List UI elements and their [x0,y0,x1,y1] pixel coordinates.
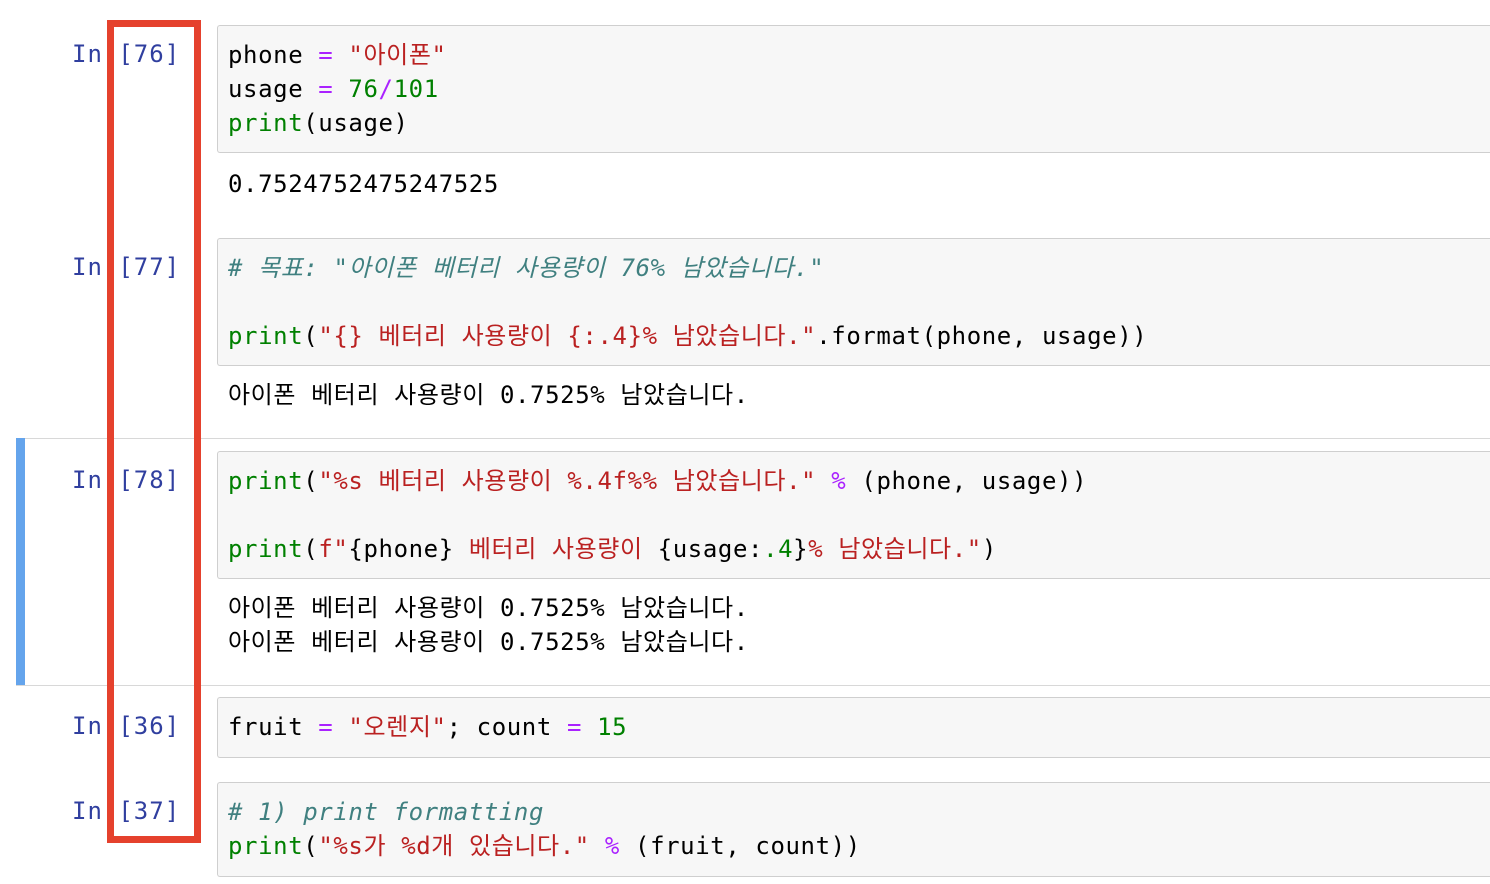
code-token: "오렌지" [348,713,447,741]
cell-output: 아이폰 베터리 사용량이 0.7525% 남았습니다. [228,594,749,622]
code-token: phone [228,41,319,69]
code-token: % [831,467,847,495]
code-token: ( [303,535,319,563]
code-line: print("{} 베터리 사용량이 {:.4}% 남았습니다.".format… [228,319,1147,353]
code-input[interactable]: fruit = "오렌지"; count = 15 [217,697,1490,758]
code-token: ( [303,832,319,860]
code-line: print("%s가 %d개 있습니다." % (fruit, count)) [228,829,861,863]
code-token: fruit [228,713,319,741]
code-line: # 목표: "아이폰 베터리 사용량이 76% 남았습니다." [228,251,824,285]
code-token: .4 [763,535,794,563]
code-token: ; count [446,713,567,741]
code-token: (usage) [303,109,409,137]
code-token: print [228,832,304,860]
code-token: 76 [348,75,379,103]
code-token: = [318,713,334,741]
code-token: "%s 베터리 사용량이 %.4f%% 남았습니다." [318,467,817,495]
code-token: # 목표: "아이폰 베터리 사용량이 76% 남았습니다." [228,254,825,282]
code-token: ) [981,535,997,563]
code-token: (fruit, count)) [619,832,861,860]
code-token: print [228,322,304,350]
code-token: # 1) print formatting [228,798,545,826]
highlight-box [107,20,201,843]
code-token: } [793,535,809,563]
code-token: print [228,109,304,137]
code-token: % 남았습니다." [808,535,982,563]
code-token: = [318,75,334,103]
code-token: = [318,41,334,69]
code-input[interactable]: # 목표: "아이폰 베터리 사용량이 76% 남았습니다." print("{… [217,238,1490,366]
code-token: = [566,713,583,741]
code-token: .format(phone, usage)) [816,322,1148,350]
cell-output: 아이폰 베터리 사용량이 0.7525% 남았습니다. [228,381,749,409]
cell-output: 아이폰 베터리 사용량이 0.7525% 남았습니다. [228,628,749,656]
code-token: (phone, usage)) [846,467,1088,495]
code-line: print("%s 베터리 사용량이 %.4f%% 남았습니다." % (pho… [228,464,1087,498]
code-input[interactable]: # 1) print formatting print("%s가 %d개 있습니… [217,782,1490,877]
code-line: # 1) print formatting [228,795,544,829]
code-token: f" [318,535,349,563]
code-input[interactable]: print("%s 베터리 사용량이 %.4f%% 남았습니다." % (pho… [217,451,1490,579]
code-line: phone = "아이폰" [228,38,447,72]
code-line: print(f"{phone} 베터리 사용량이 {usage:.4}% 남았습… [228,532,997,566]
code-token: {usage: [657,535,764,563]
code-line: print(usage) [228,106,409,140]
code-token: "%s가 %d개 있습니다." [318,832,590,860]
code-token: 15 [597,713,628,741]
code-token: usage [228,75,319,103]
code-line: usage = 76/101 [228,72,439,106]
code-token: print [228,467,304,495]
code-token: ( [303,467,319,495]
code-input[interactable]: phone = "아이폰" usage = 76/101 print(usage… [217,25,1490,153]
code-token: ( [303,322,319,350]
cell-output: 0.7524752475247525 [228,170,499,198]
code-token: {phone} [348,535,454,563]
code-token: 101 [393,75,439,103]
code-token: % [604,832,620,860]
code-token: print [228,535,304,563]
selected-cell-indicator [16,438,25,685]
code-token: / [378,75,394,103]
code-token: "아이폰" [348,41,447,69]
code-token: "{} 베터리 사용량이 {:.4}% 남았습니다." [318,322,817,350]
code-token: 베터리 사용량이 [453,535,658,563]
code-line: fruit = "오렌지"; count = 15 [228,710,627,744]
